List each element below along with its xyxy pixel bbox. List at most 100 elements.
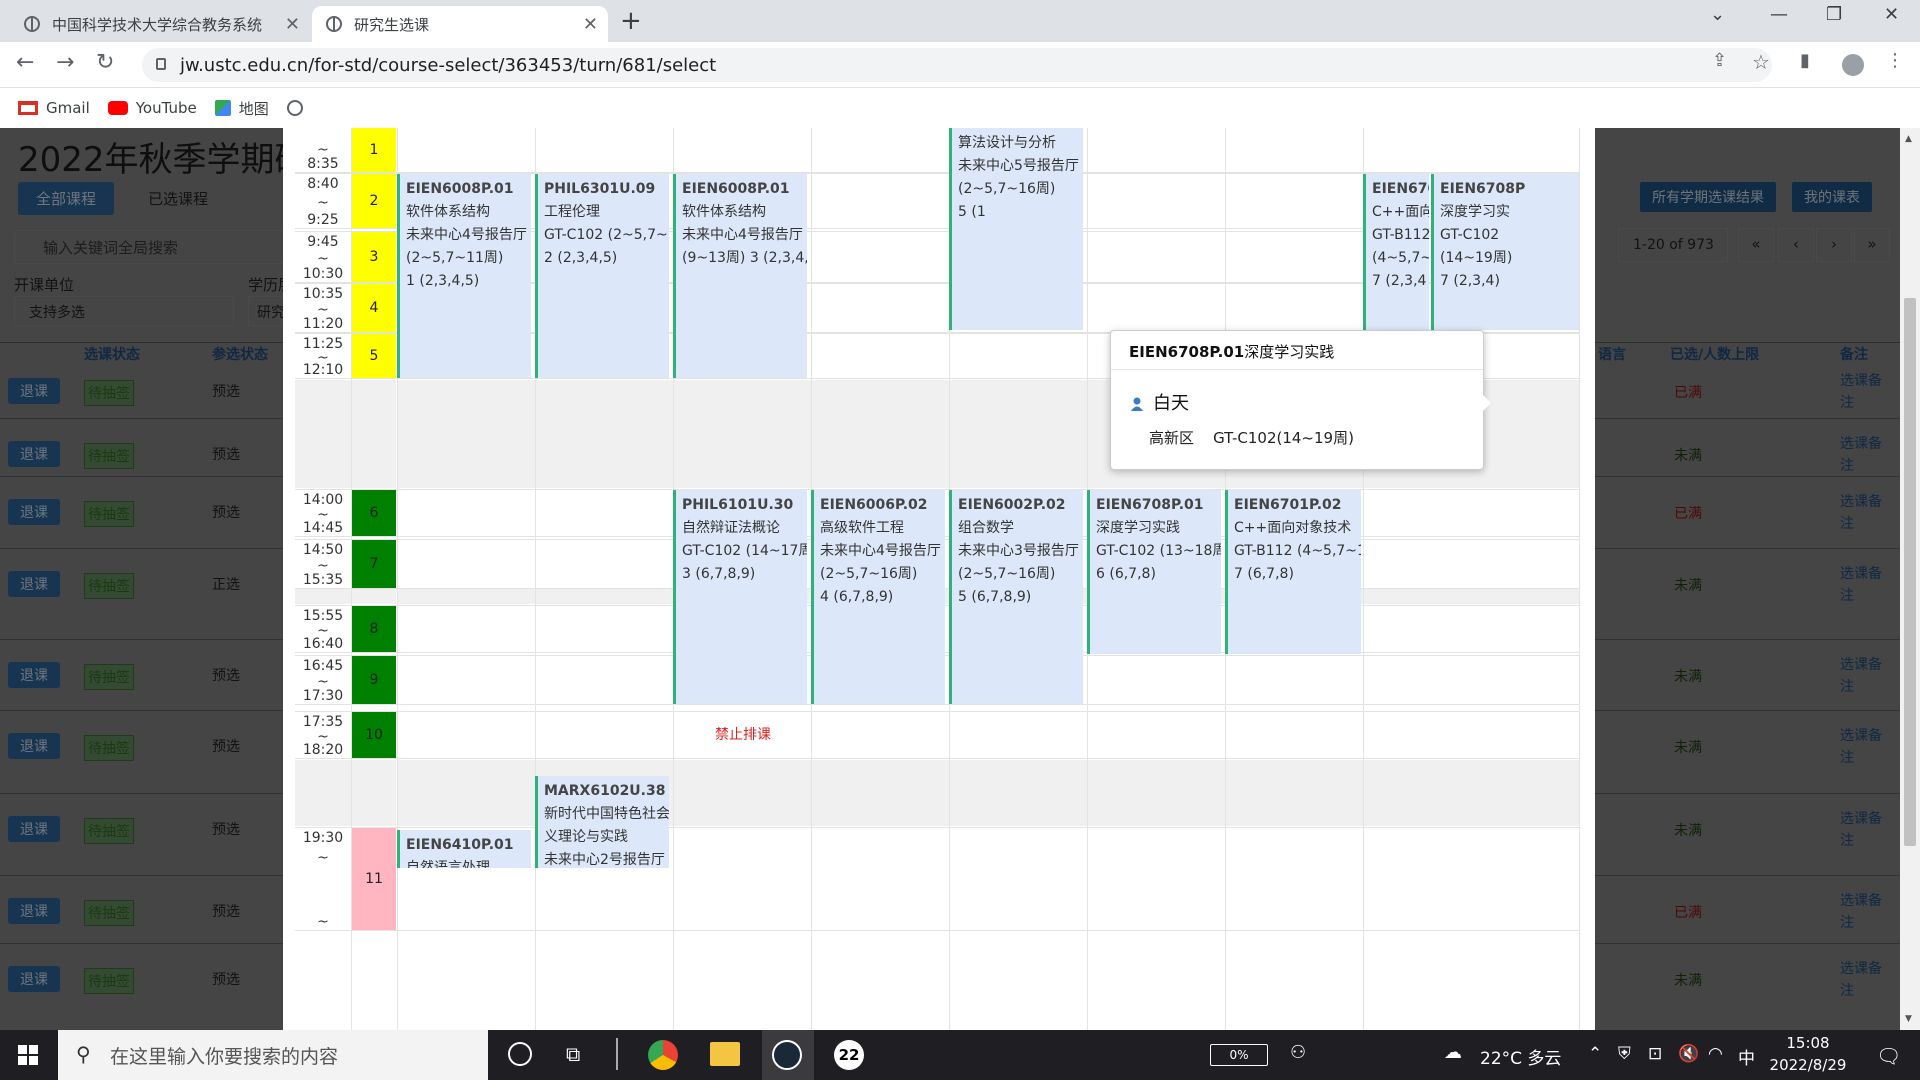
period-slot: 9 (352, 656, 396, 704)
battery-indicator[interactable]: 0% (1210, 1044, 1268, 1066)
course-line: 未来中心3号报告厅 (958, 543, 1079, 559)
course-block[interactable]: EIEN6708P.01 深度学习实践 GT-C102 (13~18周) 6 (6,7… (1087, 490, 1221, 654)
back-button[interactable]: ← (16, 50, 34, 75)
course-line: 未来中心5号报告厅 (958, 158, 1079, 174)
course-line: 算法设计与分析 (958, 135, 1056, 151)
course-block[interactable]: 算法设计与分析 未来中心5号报告厅 (2~5,7~16周) 5 (1 (949, 128, 1083, 330)
star-icon[interactable]: ☆ (1752, 50, 1770, 74)
course-block[interactable]: EIEN6008P.01 软件体系结构 未来中心4号报告厅 (9~13周) 3 (2,… (673, 174, 807, 378)
period-slot: 4 (352, 284, 396, 332)
course-block[interactable]: PHIL6101U.30 自然辩证法概论 GT-C102 (14~17周) 3 (6,… (673, 490, 807, 704)
reload-button[interactable]: ↻ (96, 50, 114, 75)
bookmark-youtube[interactable]: YouTube (107, 99, 197, 117)
grid-col-line (1579, 128, 1580, 1030)
course-line: 组合数学 (958, 520, 1014, 536)
file-explorer-icon[interactable] (710, 1042, 740, 1066)
course-line: (2~5,7~16周) (958, 181, 1056, 197)
task-view-icon[interactable]: ⧉ (566, 1042, 580, 1066)
course-line: 高级软件工程 (820, 520, 904, 536)
globe-icon (24, 16, 40, 32)
wifi-icon[interactable]: ◠ (1708, 1044, 1723, 1064)
popup-teacher: 白天 (1153, 393, 1189, 414)
address-bar-row: ← → ↻ jw.ustc.edu.cn/for-std/course-sele… (0, 42, 1920, 88)
course-code: EIEN6410P.01 (406, 837, 514, 853)
windows-start-icon[interactable] (18, 1045, 38, 1065)
network-icon[interactable]: ⊡ (1648, 1044, 1662, 1064)
course-block[interactable]: EIEN6708P 深度学习实 GT-C102 (14~19周) 7 (2,3,4) (1431, 174, 1579, 330)
break-band (295, 588, 396, 604)
time-end: 8:35 (307, 156, 339, 172)
course-line: (4~5,7~10周) (1372, 250, 1429, 266)
ime-indicator[interactable]: 中 (1738, 1044, 1755, 1069)
profile-avatar[interactable] (1842, 54, 1864, 76)
bookmark-gmail[interactable]: Gmail (18, 99, 90, 117)
course-block[interactable]: PHIL6301U.09 工程伦理 GT-C102 (2~5,7~11周) 2 (2,… (535, 174, 669, 378)
course-block[interactable]: EIEN6006P.02 高级软件工程 未来中心4号报告厅 (2~5,7~16周) 4 … (811, 490, 945, 704)
time-end: 11:20 (302, 316, 344, 332)
popup-course-name: 深度学习实践 (1244, 343, 1335, 361)
tab-title: 中国科学技术大学综合教务系统 (52, 15, 263, 34)
course-block[interactable]: EIEN6701P.02 C++面向对象技术 GT-B112 (4~5,7~10周)… (1225, 490, 1361, 654)
period-slot: 5 (352, 334, 396, 378)
steam-icon[interactable] (772, 1040, 802, 1070)
bookmark-globe[interactable] (286, 100, 311, 116)
bookmark-maps[interactable]: 地图 (214, 98, 269, 119)
course-line: C++面向对 (1372, 204, 1429, 220)
new-tab-button[interactable]: + (620, 6, 642, 36)
page-scrollbar[interactable]: ▲ ▼ (1900, 128, 1920, 1030)
cortana-icon[interactable] (508, 1042, 532, 1066)
bookmarks-bar: Gmail YouTube 地图 (0, 88, 1920, 128)
period-slot: 10 (352, 712, 396, 758)
time-end: 10:30 (302, 266, 344, 282)
notification-badge-icon[interactable]: 22 (834, 1040, 864, 1070)
course-line: 软件体系结构 (406, 204, 490, 220)
scrollbar-thumb[interactable] (1904, 298, 1916, 846)
forward-button[interactable]: → (56, 50, 74, 75)
taskbar-search-input[interactable]: ⚲ 在这里输入你要搜索的内容 (58, 1030, 488, 1080)
minimize-button[interactable]: — (1770, 4, 1788, 25)
clock-time[interactable]: 15:08 (1768, 1034, 1848, 1052)
clock-date[interactable]: 2022/8/29 (1756, 1056, 1860, 1074)
course-line: 4 (6,7,8,9) (820, 589, 894, 605)
time-end: 12:10 (302, 362, 344, 378)
course-block[interactable]: EIEN6002P.02 组合数学 未来中心3号报告厅 (2~5,7~16周) 5 (6… (949, 490, 1083, 704)
course-line: 自然辩证法概论 (682, 520, 780, 536)
course-block[interactable]: EIEN6008P.01 软件体系结构 未来中心4号报告厅 (2~5,7~11周) 1 … (397, 174, 531, 378)
time-end: 15:35 (302, 572, 344, 588)
security-icon[interactable]: ⛨ (1618, 1044, 1631, 1064)
chevron-up-icon[interactable]: ⌃ (1588, 1044, 1602, 1064)
dinner-break-band (295, 760, 396, 826)
time-end: 18:20 (302, 742, 344, 758)
menu-icon[interactable]: ⋮ (1886, 50, 1904, 71)
course-line: GT-B112 (1372, 227, 1429, 243)
course-line: 6 (6,7,8) (1096, 566, 1156, 582)
share-icon[interactable]: ⇪ (1712, 50, 1727, 71)
course-code: EIEN6701P.02 (1234, 497, 1342, 513)
course-line: GT-C102 (14~17周) (682, 543, 807, 559)
course-line: GT-C102 (13~18周) (1096, 543, 1221, 559)
tab-jw-system[interactable]: 中国科学技术大学综合教务系统 ✕ (10, 6, 310, 42)
weather-text[interactable]: 22°C 多云 (1480, 1044, 1561, 1069)
close-icon[interactable]: ✕ (285, 14, 300, 35)
tab-search-icon[interactable]: ⌄ (1710, 4, 1725, 25)
tab-course-select[interactable]: 研究生选课 ✕ (312, 6, 608, 42)
course-code: EIEN6008P.01 (406, 181, 514, 197)
restore-button[interactable]: ❐ (1826, 4, 1842, 25)
close-window-button[interactable]: ✕ (1884, 4, 1899, 25)
forbidden-scheduling-label: 禁止排课 (715, 727, 771, 743)
period-slot: 8 (352, 606, 396, 652)
url-field[interactable]: jw.ustc.edu.cn/for-std/course-select/363… (142, 48, 1772, 82)
course-block[interactable]: MARX6102U.38新时代中国特色社会主义理论与实践未来中心2号报告厅(2~… (535, 776, 669, 868)
volume-mute-icon[interactable]: 🔇 (1678, 1044, 1699, 1064)
course-code: EIEN6008P.01 (682, 181, 790, 197)
course-code: EIEN6708P.01 (1096, 497, 1204, 513)
course-line: GT-C102 (2~5,7~11周) (544, 227, 669, 243)
people-icon[interactable]: ⚇ (1290, 1042, 1306, 1063)
chrome-icon[interactable] (648, 1040, 678, 1070)
notification-center-icon[interactable]: 🗨 (1876, 1044, 1901, 1068)
course-block[interactable]: EIEN6701P C++面向对 GT-B112 (4~5,7~10周) 7 (2,3,… (1363, 174, 1429, 330)
close-icon[interactable]: ✕ (583, 14, 598, 35)
sidepanel-icon[interactable]: ▮ (1800, 50, 1810, 71)
time-start: 19:30 (302, 830, 344, 846)
course-block[interactable]: EIEN6410P.01 自然语言处理 (397, 830, 531, 868)
